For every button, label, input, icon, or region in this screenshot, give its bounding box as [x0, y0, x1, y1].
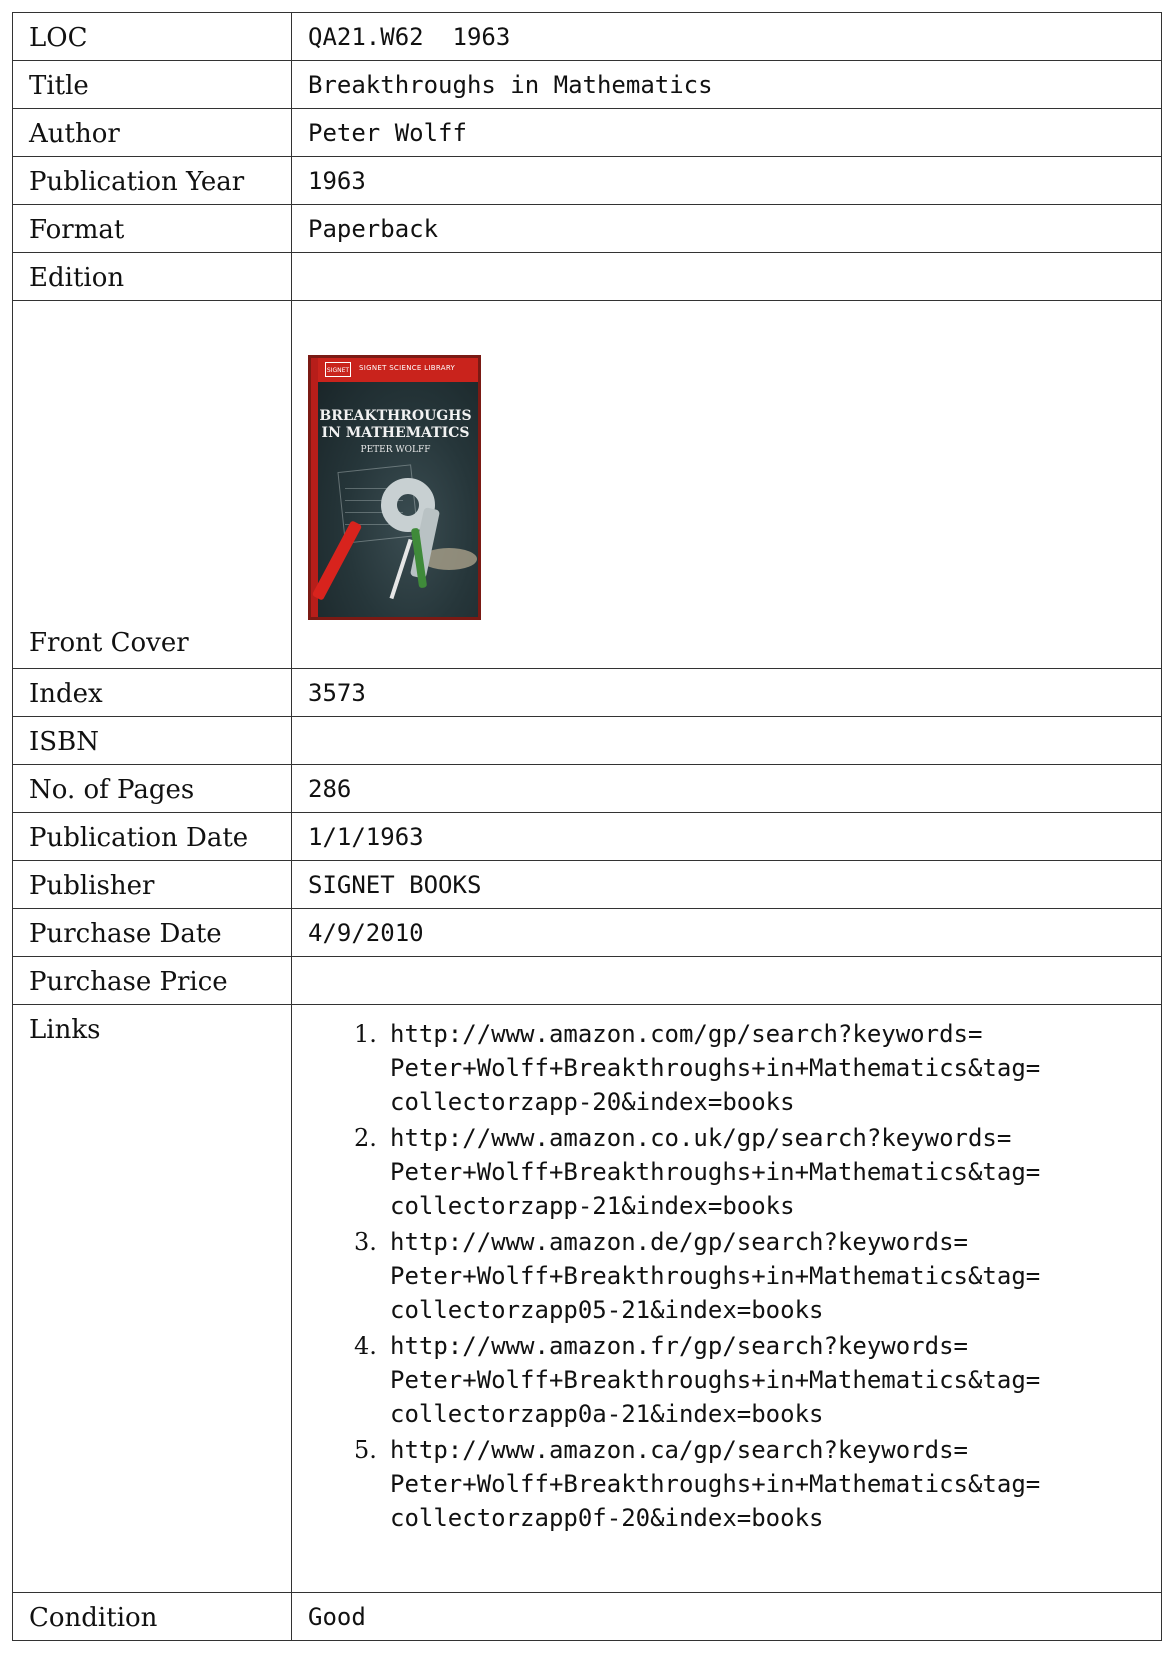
row-purchase-date: Purchase Date 4/9/2010 [12, 908, 1162, 957]
cover-title-line2: IN MATHEMATICS [321, 425, 470, 441]
link-item: 2. http://www.amazon.co.uk/gp/search?keyw… [336, 1121, 1171, 1223]
link-number: 5. [354, 1436, 377, 1464]
cover-author: PETER WOLFF [360, 445, 431, 455]
link-url-line: collectorzapp-20&index=books [390, 1088, 795, 1116]
row-front-cover: Front Cover SIGNET SIGNET SCIENCE LIBRAR… [12, 300, 1162, 669]
row-links: Links 1. http://www.amazon.com/gp/search?… [12, 1004, 1162, 1593]
row-isbn: ISBN [12, 716, 1162, 765]
title-value: Breakthroughs in Mathematics [291, 60, 1162, 109]
edition-value [291, 252, 1162, 301]
pages-label: No. of Pages [12, 764, 292, 813]
link-number: 1. [354, 1020, 377, 1048]
row-publication-year: Publication Year 1963 [12, 156, 1162, 205]
purchase-price-value [291, 956, 1162, 1005]
isbn-value [291, 716, 1162, 765]
format-label: Format [12, 204, 292, 253]
format-value: Paperback [291, 204, 1162, 253]
link-url-line: Peter+Wolff+Breakthroughs+in+Mathematics… [390, 1470, 1041, 1498]
cover-title: BREAKTHROUGHS IN MATHEMATICS [319, 408, 472, 442]
link-number: 4. [354, 1332, 377, 1360]
link-url-line: Peter+Wolff+Breakthroughs+in+Mathematics… [390, 1054, 1041, 1082]
link-url[interactable]: http://www.amazon.de/gp/search?keywords=… [390, 1225, 1171, 1327]
index-label: Index [12, 668, 292, 717]
links-cell: 1. http://www.amazon.com/gp/search?keywor… [291, 1004, 1162, 1593]
title-label: Title [12, 60, 292, 109]
row-title: Title Breakthroughs in Mathematics [12, 60, 1162, 109]
condition-label: Condition [12, 1592, 292, 1641]
front-cover-cell: SIGNET SIGNET SCIENCE LIBRARY BREAKTHROU… [291, 300, 1162, 669]
purchase-price-label: Purchase Price [12, 956, 292, 1005]
cover-red-ribbon [311, 520, 363, 601]
link-url-line: Peter+Wolff+Breakthroughs+in+Mathematics… [390, 1262, 1041, 1290]
links-label: Links [12, 1004, 292, 1593]
link-url[interactable]: http://www.amazon.com/gp/search?keywords… [390, 1017, 1171, 1119]
condition-value: Good [291, 1592, 1162, 1641]
publication-date-value: 1/1/1963 [291, 812, 1162, 861]
edition-label: Edition [12, 252, 292, 301]
row-pages: No. of Pages 286 [12, 764, 1162, 813]
link-url-line: http://www.amazon.de/gp/search?keywords= [390, 1228, 968, 1256]
loc-label: LOC [12, 12, 292, 61]
link-url-line: http://www.amazon.com/gp/search?keywords… [390, 1020, 983, 1048]
front-cover-image[interactable]: SIGNET SIGNET SCIENCE LIBRARY BREAKTHROU… [308, 355, 481, 620]
link-url-line: Peter+Wolff+Breakthroughs+in+Mathematics… [390, 1158, 1041, 1186]
publication-year-label: Publication Year [12, 156, 292, 205]
link-url-line: Peter+Wolff+Breakthroughs+in+Mathematics… [390, 1366, 1041, 1394]
publication-year-value: 1963 [291, 156, 1162, 205]
link-url-line: http://www.amazon.fr/gp/search?keywords= [390, 1332, 968, 1360]
cover-series-text: SIGNET SCIENCE LIBRARY [359, 364, 456, 372]
row-index: Index 3573 [12, 668, 1162, 717]
link-url-line: http://www.amazon.co.uk/gp/search?keywor… [390, 1124, 1012, 1152]
isbn-label: ISBN [12, 716, 292, 765]
publisher-value: SIGNET BOOKS [291, 860, 1162, 909]
link-url-line: http://www.amazon.ca/gp/search?keywords= [390, 1436, 968, 1464]
link-url-line: collectorzapp0f-20&index=books [390, 1504, 824, 1532]
author-value: Peter Wolff [291, 108, 1162, 157]
row-publisher: Publisher SIGNET BOOKS [12, 860, 1162, 909]
row-author: Author Peter Wolff [12, 108, 1162, 157]
links-list: 1. http://www.amazon.com/gp/search?keywor… [336, 1017, 1171, 1535]
link-item: 4. http://www.amazon.fr/gp/search?keyword… [336, 1329, 1171, 1431]
link-number: 3. [354, 1228, 377, 1256]
cover-spine-stripe [311, 358, 318, 617]
purchase-date-value: 4/9/2010 [291, 908, 1162, 957]
link-url-line: collectorzapp-21&index=books [390, 1192, 795, 1220]
link-url[interactable]: http://www.amazon.co.uk/gp/search?keywor… [390, 1121, 1171, 1223]
purchase-date-label: Purchase Date [12, 908, 292, 957]
link-url[interactable]: http://www.amazon.fr/gp/search?keywords=… [390, 1329, 1171, 1431]
link-url[interactable]: http://www.amazon.ca/gp/search?keywords=… [390, 1433, 1171, 1535]
link-url-line: collectorzapp05-21&index=books [390, 1296, 824, 1324]
row-condition: Condition Good [12, 1592, 1162, 1641]
front-cover-label: Front Cover [12, 300, 292, 669]
row-format: Format Paperback [12, 204, 1162, 253]
link-url-line: collectorzapp0a-21&index=books [390, 1400, 824, 1428]
link-item: 5. http://www.amazon.ca/gp/search?keyword… [336, 1433, 1171, 1535]
loc-value: QA21.W62 1963 [291, 12, 1162, 61]
row-loc: LOC QA21.W62 1963 [12, 12, 1162, 61]
row-purchase-price: Purchase Price [12, 956, 1162, 1005]
cover-title-line1: BREAKTHROUGHS [319, 408, 472, 424]
link-item: 3. http://www.amazon.de/gp/search?keyword… [336, 1225, 1171, 1327]
signet-logo: SIGNET [325, 362, 351, 377]
row-edition: Edition [12, 252, 1162, 301]
row-publication-date: Publication Date 1/1/1963 [12, 812, 1162, 861]
publisher-label: Publisher [12, 860, 292, 909]
author-label: Author [12, 108, 292, 157]
book-record-table: LOC QA21.W62 1963 Title Breakthroughs in… [12, 12, 1162, 1641]
link-number: 2. [354, 1124, 377, 1152]
publication-date-label: Publication Date [12, 812, 292, 861]
link-item: 1. http://www.amazon.com/gp/search?keywor… [336, 1017, 1171, 1119]
pages-value: 286 [291, 764, 1162, 813]
index-value: 3573 [291, 668, 1162, 717]
